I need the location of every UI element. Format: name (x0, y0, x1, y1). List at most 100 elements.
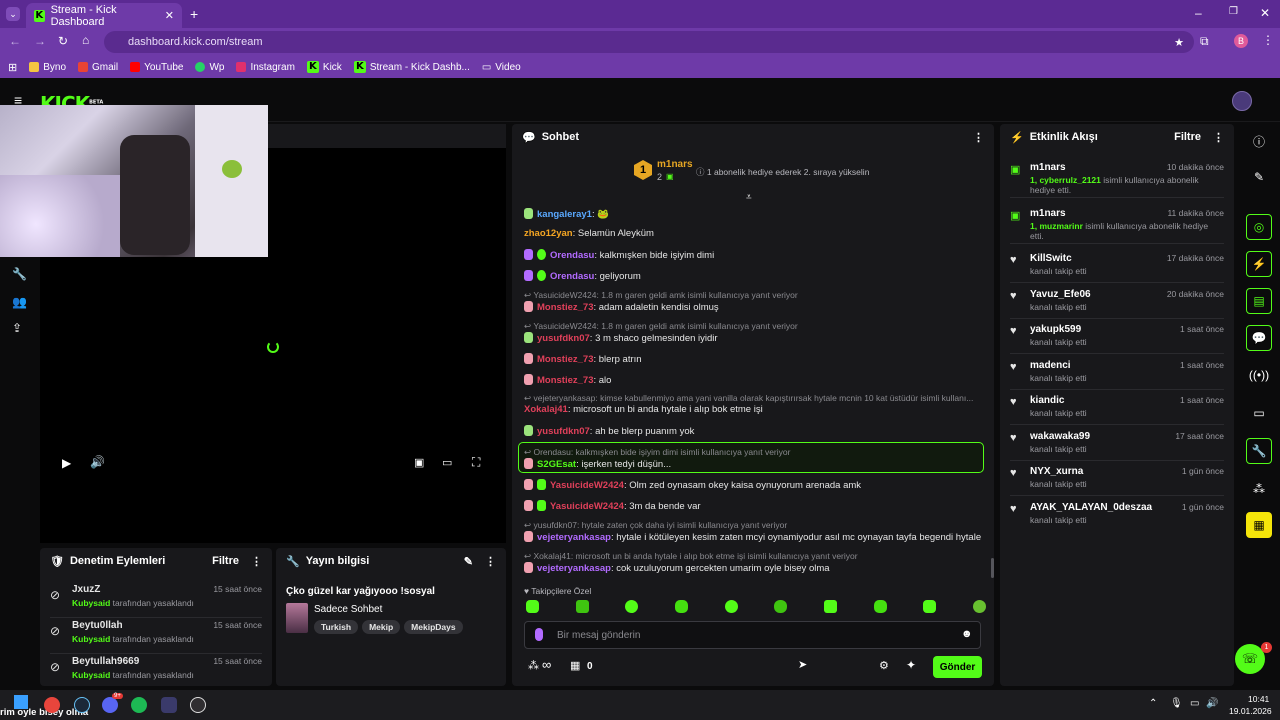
activity-menu-icon[interactable]: ⋮ (1213, 131, 1224, 144)
chat-username[interactable]: yusufdkn07 (537, 333, 590, 344)
chat-username[interactable]: Orendasu (550, 250, 594, 261)
reply-context[interactable]: ↩ Orendasu: kalkmışken bide işiyim dimi … (524, 446, 982, 458)
profile-avatar[interactable]: B (1234, 34, 1248, 48)
activity-item[interactable]: ♥ madenci 1 saat önce kanalı takip etti (1010, 360, 1224, 390)
upload-icon[interactable]: ⇪ (12, 321, 22, 335)
home-icon[interactable]: ⌂ (82, 33, 89, 47)
activity-item[interactable]: ▣ m1nars 11 dakika önce 1, muzmarinr isi… (1010, 208, 1224, 244)
chat-username[interactable]: S2GEsat (537, 459, 576, 470)
mod-tools-icon[interactable]: ✦ (906, 658, 916, 672)
reload-icon[interactable]: ↻ (58, 34, 68, 48)
fullscreen-icon[interactable]: ⛶ (472, 455, 480, 470)
tag[interactable]: MekipDays (404, 620, 463, 634)
close-window-button[interactable]: ✕ (1260, 6, 1270, 20)
lightning-icon[interactable]: ⚡ (1246, 251, 1272, 277)
windows-start-icon[interactable] (14, 695, 28, 709)
discord-icon[interactable] (102, 697, 118, 713)
moderation-item[interactable]: ⊘ JxuzZ 15 saat önce Kubysaid tarafından… (50, 584, 262, 618)
menu-icon[interactable]: ⋮ (1262, 33, 1274, 47)
edit-icon[interactable]: ✎ (464, 555, 473, 568)
category-thumbnail[interactable] (286, 603, 308, 633)
activity-item[interactable]: ♥ NYX_xurna 1 gün önce kanalı takip etti (1010, 466, 1224, 496)
reply-context[interactable]: ↩ vejeteryankasap: kimse kabullenmiyo am… (524, 392, 982, 404)
activity-item[interactable]: ♥ KillSwitc 17 dakika önce kanalı takip ett… (1010, 253, 1224, 283)
emote-icon[interactable] (526, 600, 539, 613)
channel-points-icon[interactable]: ⁂ (528, 659, 539, 672)
restore-button[interactable]: ❐ (1229, 6, 1238, 17)
chat-username[interactable]: Xokalaj41 (524, 404, 568, 415)
activity-item[interactable]: ♥ yakupk599 1 saat önce kanalı takip etti (1010, 324, 1224, 354)
activity-item[interactable]: ♥ AYAK_YALAYAN_0deszaa 1 gün önce kanalı ta… (1010, 502, 1224, 532)
spotify-icon[interactable] (131, 697, 147, 713)
bookmark-gmail[interactable]: Gmail (78, 62, 118, 73)
forward-icon[interactable]: → (34, 34, 46, 48)
tab-close-icon[interactable]: ✕ (165, 9, 174, 22)
chat-menu-icon[interactable]: ⋮ (973, 131, 984, 144)
bookmark-stream-dashboard[interactable]: K Stream - Kick Dashb... (353, 61, 470, 73)
bookmark-kick[interactable]: K Kick (306, 61, 342, 73)
chat-username[interactable]: kangaleray1 (537, 209, 592, 220)
chat-username[interactable]: Monstiez_73 (537, 375, 594, 386)
moderation-item[interactable]: ⊘ Beytu0llah 15 saat önce Kubysaid taraf… (50, 620, 262, 654)
bookmark-wp[interactable]: Wp (195, 62, 224, 73)
moderation-menu-icon[interactable]: ⋮ (251, 555, 262, 568)
theater-mode-icon[interactable]: ▭ (442, 456, 452, 469)
emote-icon[interactable] (923, 600, 937, 613)
share-icon[interactable]: ⁂ (1246, 476, 1272, 502)
moderation-item[interactable]: ⊘ Beytullah9669 15 saat önce Kubysaid ta… (50, 656, 262, 690)
chat-username[interactable]: YasuicideW2424 (550, 480, 624, 491)
apps-grid-icon[interactable]: ⊞ (8, 61, 17, 74)
new-tab-button[interactable]: + (190, 6, 198, 22)
pinned-expand-icon[interactable]: ⩡ (746, 192, 752, 203)
tag[interactable]: Turkish (314, 620, 359, 634)
browser-tab[interactable]: K Stream - Kick Dashboard ✕ (26, 3, 182, 28)
mic-tray-icon[interactable]: 🎙 (1170, 698, 1183, 709)
volume-icon[interactable]: 🔊 (90, 455, 105, 469)
minimize-button[interactable]: – (1195, 6, 1202, 20)
chat-username[interactable]: vejeteryankasap (537, 563, 611, 574)
bookmark-video-folder[interactable]: ▭ Video (482, 62, 521, 73)
activity-item[interactable]: ▣ m1nars 10 dakika önce 1, cyberrulz_212… (1010, 162, 1224, 198)
chat-scrollbar[interactable] (991, 558, 994, 578)
chat-username[interactable]: yusufdkn07 (537, 426, 590, 437)
chat-icon[interactable]: 💬 (1246, 325, 1272, 351)
emote-icon[interactable] (774, 600, 788, 613)
reply-context[interactable]: ↩ YasuicideW2424: 1.8 m garen geldi amk … (524, 289, 982, 301)
bookmark-byno[interactable]: Byno (29, 62, 66, 73)
category-name[interactable]: Sadece Sohbet (314, 604, 382, 615)
wrench-icon[interactable]: 🔧 (1246, 438, 1272, 464)
users-icon[interactable]: 👥 (12, 295, 27, 309)
clipboard-icon[interactable]: ▤ (1246, 288, 1272, 314)
reply-context[interactable]: ↩ YasuicideW2424: 1.8 m garen geldi amk … (524, 320, 982, 332)
emote-icon[interactable] (575, 600, 589, 613)
valorant-icon[interactable] (161, 697, 177, 713)
clock-date[interactable]: 19.01.2026 (1229, 706, 1272, 716)
reply-context[interactable]: ↩ Xokalaj41: microsoft un bi anda hytale… (524, 550, 982, 562)
tab-list-chevron-icon[interactable]: ⌄ (6, 7, 20, 21)
bookmark-star-icon[interactable]: ★ (1174, 36, 1184, 49)
tag[interactable]: Mekip (362, 620, 401, 634)
emote-icon[interactable] (724, 600, 738, 613)
obs-icon[interactable] (190, 697, 206, 713)
moderation-filter-button[interactable]: Filtre (212, 555, 239, 567)
tray-chevron-icon[interactable]: ⌃ (1149, 698, 1157, 709)
info-icon[interactable]: ⓘ (1246, 128, 1272, 154)
clock-time[interactable]: 10:41 (1248, 694, 1269, 704)
wrench-icon[interactable]: 🔧 (12, 267, 27, 281)
emote-icon[interactable] (674, 600, 688, 613)
layers-icon[interactable]: ▭ (1246, 400, 1272, 426)
broadcast-icon[interactable]: ((•)) (1246, 362, 1272, 388)
edit-icon[interactable]: ✎ (1246, 164, 1272, 190)
bookmark-youtube[interactable]: YouTube (130, 62, 183, 73)
reply-context[interactable]: ↩ yusufdkn07: hytale zaten çok daha iyi … (524, 519, 982, 531)
pip-icon[interactable]: ▣ (414, 456, 424, 469)
back-icon[interactable]: ← (9, 34, 21, 48)
steam-icon[interactable] (74, 697, 90, 713)
emote-icon[interactable] (873, 600, 887, 613)
volume-tray-icon[interactable]: 🔊 (1206, 698, 1218, 709)
chat-username[interactable]: vejeteryankasap (537, 532, 611, 543)
address-field[interactable]: dashboard.kick.com/stream ★ (104, 31, 1194, 53)
activity-item[interactable]: ♥ wakawaka99 17 saat önce kanalı takip etti (1010, 431, 1224, 461)
camera-scan-icon[interactable]: ◎ (1246, 214, 1272, 240)
emote-icon[interactable] (625, 600, 639, 613)
